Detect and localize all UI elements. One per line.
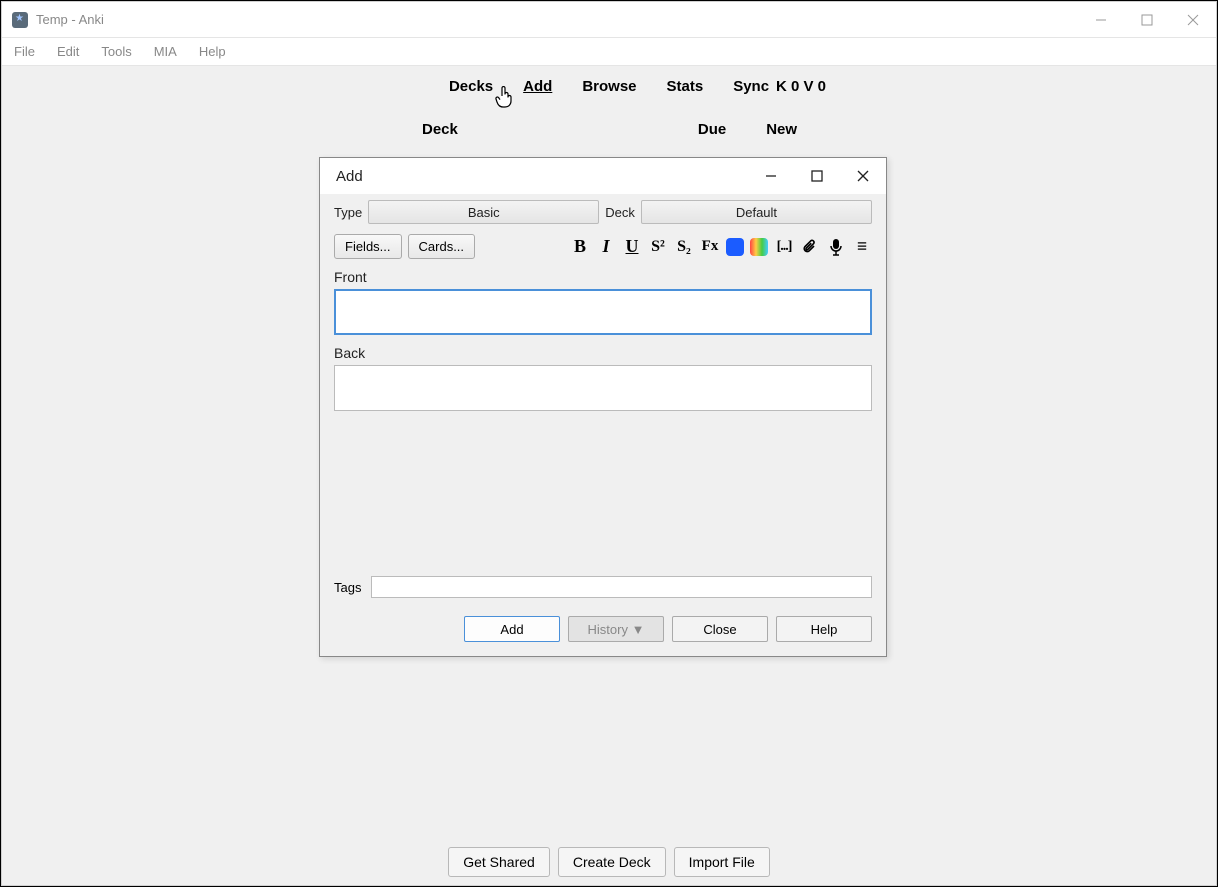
- note-type-value: Basic: [468, 205, 500, 220]
- close-button[interactable]: [1170, 2, 1216, 38]
- dialog-minimize-button[interactable]: [748, 158, 794, 194]
- back-field[interactable]: [334, 365, 872, 411]
- italic-icon[interactable]: I: [596, 236, 616, 258]
- dialog-maximize-button[interactable]: [794, 158, 840, 194]
- maximize-icon: [811, 170, 823, 182]
- get-shared-button[interactable]: Get Shared: [448, 847, 550, 877]
- front-field[interactable]: [334, 289, 872, 335]
- close-icon: [856, 169, 870, 183]
- tags-field[interactable]: [371, 576, 872, 598]
- subscript-icon[interactable]: S₂: [674, 236, 694, 258]
- menu-help[interactable]: Help: [199, 44, 226, 59]
- deck-header-new: New: [766, 121, 797, 138]
- add-dialog-body: Type Basic Deck Default Fields... Cards.…: [320, 194, 886, 656]
- front-label: Front: [334, 269, 872, 285]
- help-button[interactable]: Help: [776, 616, 872, 642]
- tab-stats[interactable]: Stats: [667, 78, 704, 95]
- dialog-close-button[interactable]: [840, 158, 886, 194]
- bottom-button-row: Get Shared Create Deck Import File: [2, 847, 1216, 877]
- add-button-label: Add: [500, 622, 523, 637]
- type-label: Type: [334, 205, 362, 220]
- superscript-icon[interactable]: S²: [648, 236, 668, 258]
- paperclip-icon: [802, 238, 818, 256]
- record-audio-icon[interactable]: [826, 236, 846, 258]
- clear-format-icon[interactable]: Fx: [700, 236, 720, 258]
- maximize-button[interactable]: [1124, 2, 1170, 38]
- tab-browse[interactable]: Browse: [582, 78, 636, 95]
- main-window: Temp - Anki File Edit Tools MIA Help Dec…: [1, 1, 1217, 886]
- tags-label: Tags: [334, 580, 361, 595]
- minimize-icon: [765, 170, 777, 182]
- attach-icon[interactable]: [800, 236, 820, 258]
- main-titlebar: Temp - Anki: [2, 2, 1216, 38]
- highlight-color-icon[interactable]: [750, 238, 768, 256]
- history-button[interactable]: History ▼: [568, 616, 664, 642]
- main-window-controls: [1078, 2, 1216, 38]
- cloze-icon[interactable]: [...]: [774, 236, 794, 258]
- cards-button[interactable]: Cards...: [408, 234, 476, 259]
- top-tabs: Decks Add Browse Stats Sync: [2, 66, 1216, 95]
- anki-app-icon: [12, 12, 28, 28]
- help-button-label: Help: [811, 622, 838, 637]
- import-file-button[interactable]: Import File: [674, 847, 770, 877]
- underline-icon[interactable]: U: [622, 236, 642, 258]
- kv-counter: K 0 V 0: [776, 78, 826, 95]
- create-deck-button[interactable]: Create Deck: [558, 847, 666, 877]
- deck-header-due: Due: [698, 121, 726, 138]
- menu-tools[interactable]: Tools: [101, 44, 131, 59]
- add-dialog: Add Type Basic: [319, 157, 887, 657]
- deck-list-header: Deck Due New: [2, 95, 1216, 138]
- back-label: Back: [334, 345, 872, 361]
- tab-sync[interactable]: Sync: [733, 78, 769, 95]
- deck-header-deck: Deck: [422, 121, 458, 138]
- add-dialog-title: Add: [336, 168, 363, 185]
- menu-file[interactable]: File: [14, 44, 35, 59]
- add-dialog-titlebar: Add: [320, 158, 886, 194]
- tab-decks[interactable]: Decks: [449, 78, 493, 95]
- close-dialog-button[interactable]: Close: [672, 616, 768, 642]
- deck-selector[interactable]: Default: [641, 200, 872, 224]
- more-options-icon[interactable]: ≡: [852, 236, 872, 258]
- close-icon: [1187, 14, 1199, 26]
- bold-icon[interactable]: B: [570, 236, 590, 258]
- menubar: File Edit Tools MIA Help: [2, 38, 1216, 66]
- minimize-button[interactable]: [1078, 2, 1124, 38]
- add-dialog-window-controls: [748, 158, 886, 194]
- deck-value: Default: [736, 205, 777, 220]
- format-toolbar: B I U S² S₂ Fx [...]: [570, 236, 872, 258]
- text-color-icon[interactable]: [726, 238, 744, 256]
- content-area: Decks Add Browse Stats Sync K 0 V 0 Deck…: [2, 66, 1216, 885]
- history-button-label: History ▼: [588, 622, 645, 637]
- menu-mia[interactable]: MIA: [154, 44, 177, 59]
- close-button-label: Close: [703, 622, 736, 637]
- window-title: Temp - Anki: [36, 12, 104, 27]
- fields-button[interactable]: Fields...: [334, 234, 402, 259]
- deck-label: Deck: [605, 205, 635, 220]
- maximize-icon: [1141, 14, 1153, 26]
- tab-add[interactable]: Add: [523, 78, 552, 95]
- note-type-selector[interactable]: Basic: [368, 200, 599, 224]
- menu-edit[interactable]: Edit: [57, 44, 79, 59]
- add-button[interactable]: Add: [464, 616, 560, 642]
- mic-icon: [829, 238, 843, 256]
- minimize-icon: [1095, 14, 1107, 26]
